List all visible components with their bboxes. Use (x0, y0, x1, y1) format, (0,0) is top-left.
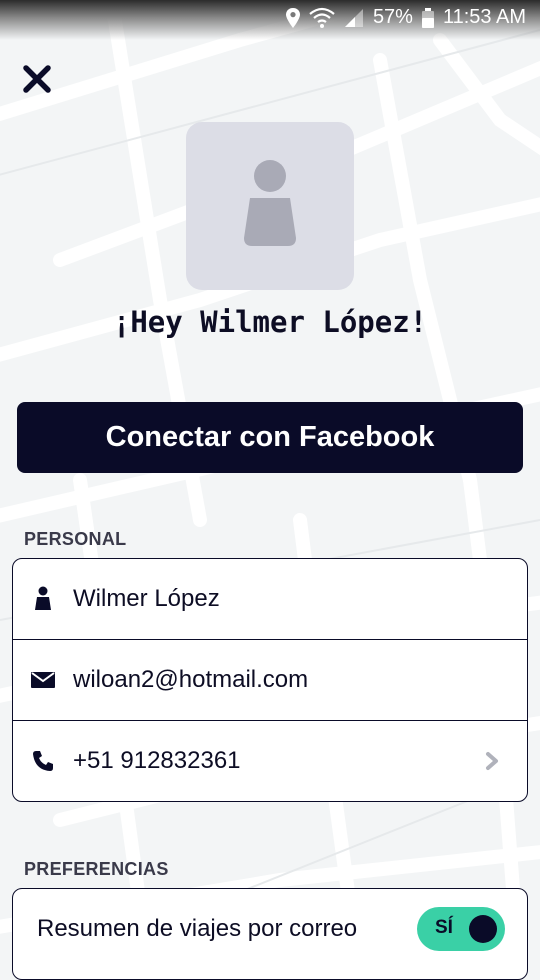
trip-summary-toggle[interactable]: SÍ (417, 907, 505, 951)
toggle-knob (469, 915, 497, 943)
wifi-icon (309, 7, 335, 28)
person-icon-wrap (13, 586, 73, 612)
battery-percent: 57% (372, 6, 413, 28)
email-value: wiloan2@hotmail.com (73, 666, 309, 693)
person-icon (244, 160, 296, 246)
name-row[interactable]: Wilmer López (13, 559, 527, 640)
close-button[interactable] (22, 64, 52, 94)
mail-icon-wrap (13, 670, 73, 690)
personal-card: Wilmer López wiloan2@hotmail.com +51 912… (12, 558, 528, 802)
greeting-title: ¡Hey Wilmer López! (112, 305, 428, 339)
phone-row[interactable]: +51 912832361 (13, 721, 527, 801)
preferences-card: Resumen de viajes por correo SÍ (12, 888, 528, 980)
avatar[interactable] (186, 122, 354, 290)
email-row[interactable]: wiloan2@hotmail.com (13, 640, 527, 721)
trip-summary-row: Resumen de viajes por correo SÍ (13, 889, 527, 969)
preferences-section-label: PREFERENCIAS (24, 859, 169, 879)
connect-facebook-button[interactable]: Conectar con Facebook (17, 402, 523, 473)
close-icon (23, 65, 51, 93)
status-bar: 57% 11:53 AM (0, 0, 540, 40)
location-icon (285, 7, 300, 28)
phone-icon-wrap (13, 749, 73, 773)
toggle-label: SÍ (435, 917, 453, 938)
trip-summary-label: Resumen de viajes por correo (37, 915, 358, 942)
clock-time: 11:53 AM (442, 6, 526, 28)
battery-icon (421, 7, 434, 28)
mail-icon (31, 672, 55, 688)
chevron-right-icon (486, 752, 498, 770)
name-value: Wilmer López (73, 585, 220, 612)
signal-icon (344, 8, 363, 27)
phone-icon (33, 751, 53, 771)
personal-section-label: PERSONAL (24, 529, 127, 549)
phone-value: +51 912832361 (73, 747, 241, 774)
person-icon (35, 586, 51, 610)
status-icons: 57% 11:53 AM (285, 6, 526, 29)
